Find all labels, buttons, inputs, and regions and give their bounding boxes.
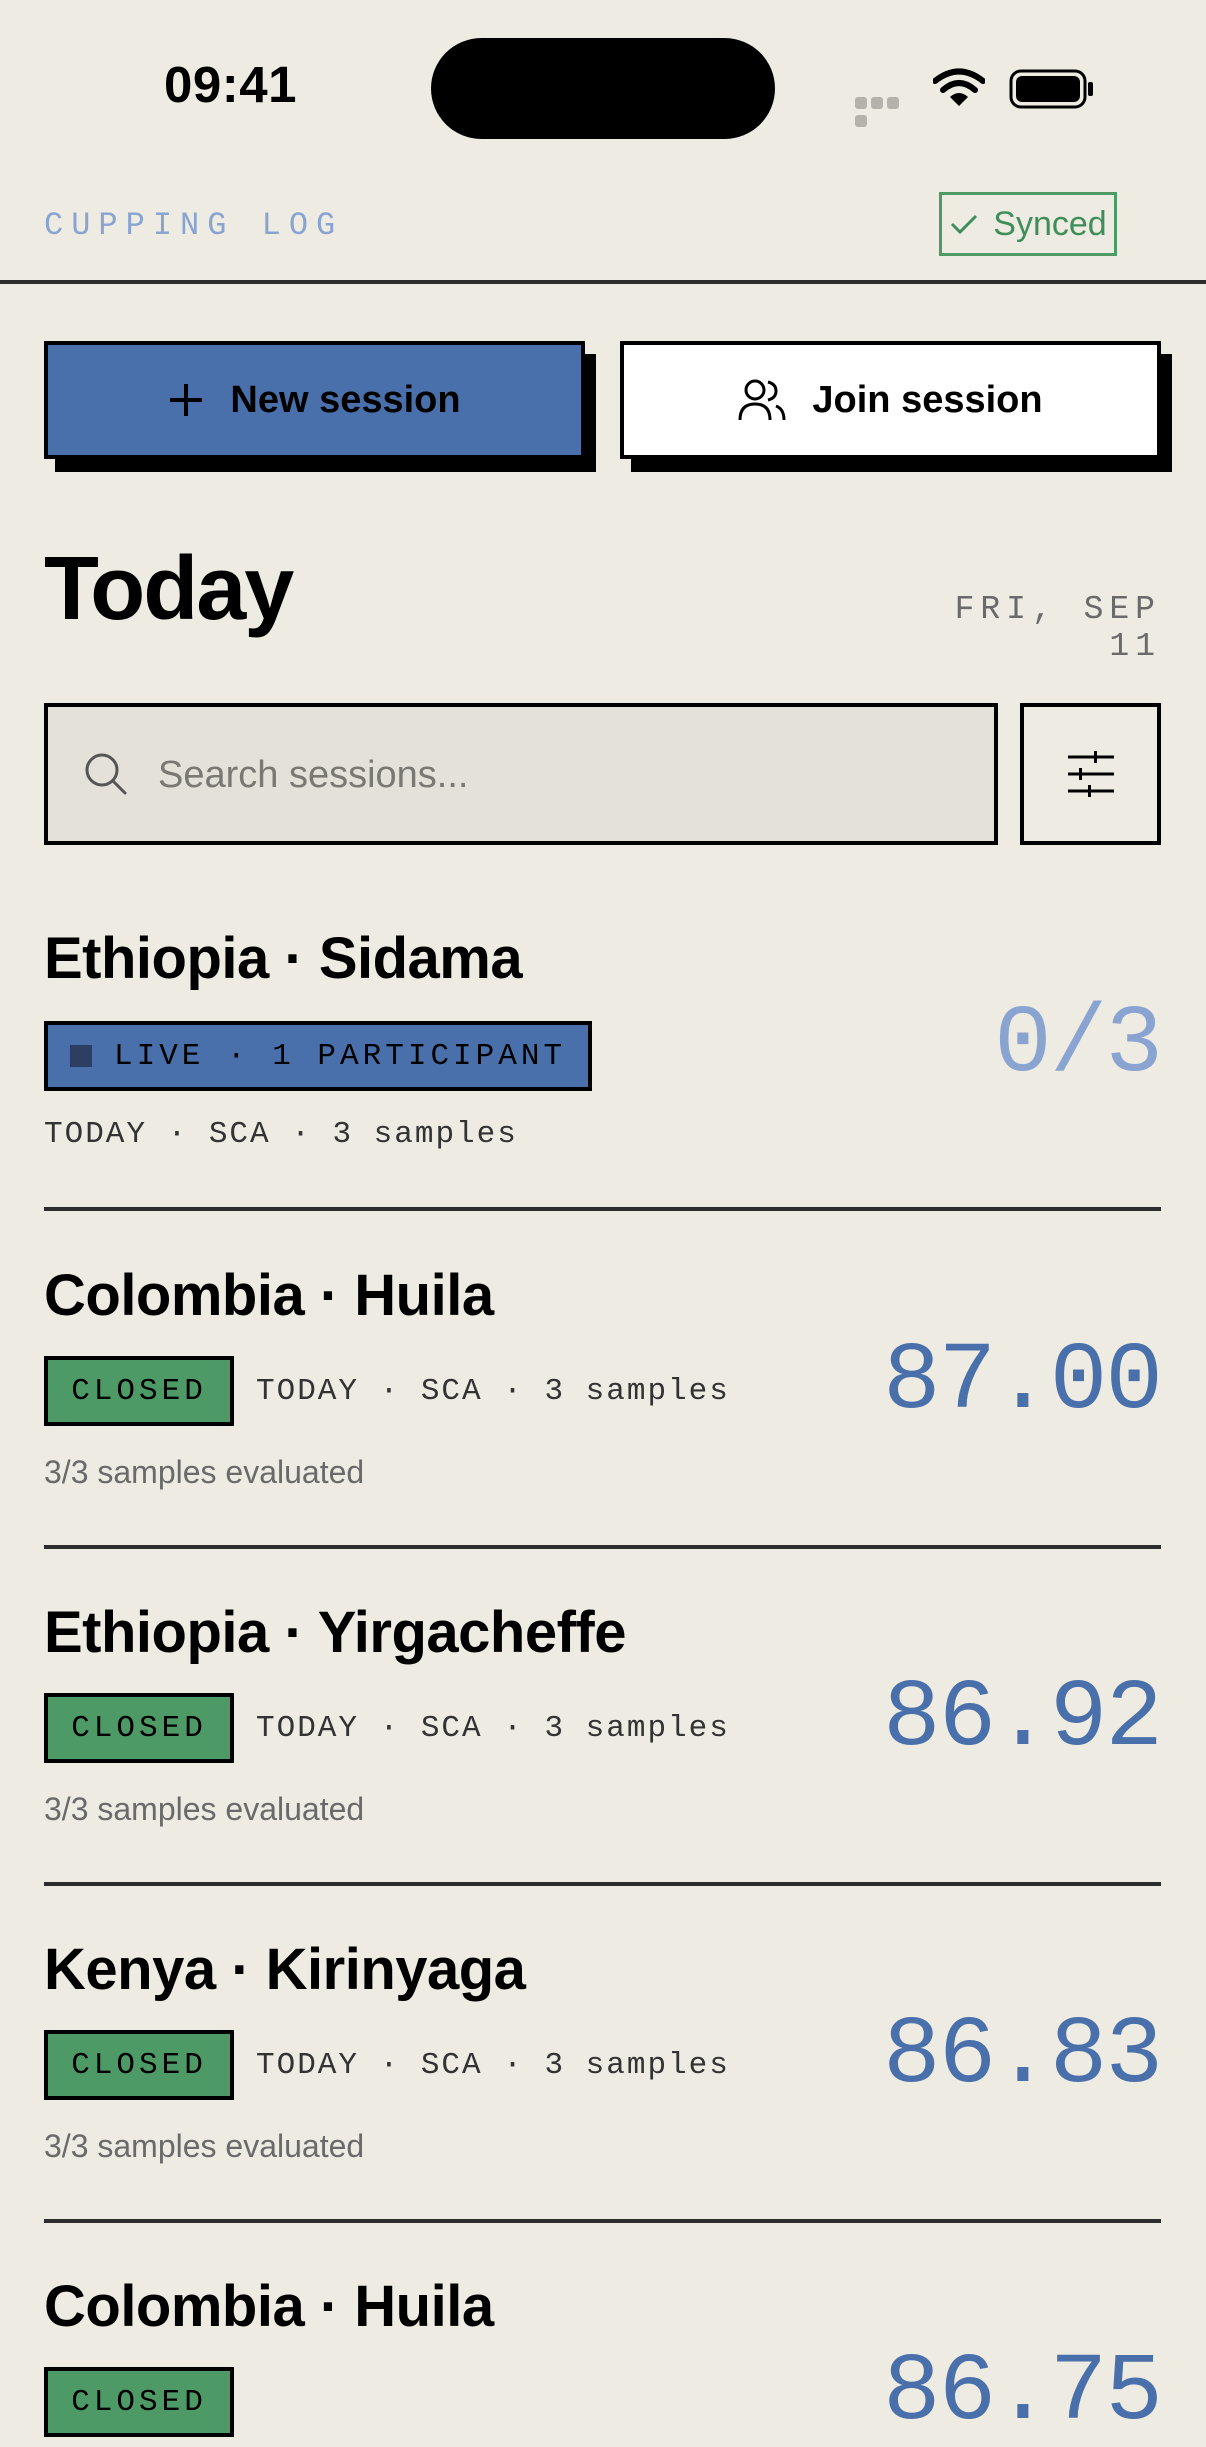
search-input[interactable] [158,748,958,802]
search-icon [84,752,128,796]
evaluated-count: 3/3 samples evaluated [44,1791,365,1827]
session-meta: TODAY · SCA · 3 samples [44,1117,518,1152]
app-title: CUPPING LOG [44,207,344,244]
header-divider [0,280,1206,284]
row-divider [44,2219,1161,2223]
cellular-signal-icon [855,96,917,127]
session-title[interactable]: Colombia · Huila [44,2273,494,2340]
sync-status-label: Synced [993,204,1107,243]
date-label: FRI, SEP 11 [954,591,1161,665]
new-session-button[interactable]: New session [44,341,585,459]
join-session-button[interactable]: Join session [620,341,1161,459]
row-divider [44,1207,1161,1211]
evaluated-count: 3/3 samples evaluated [44,2128,365,2164]
closed-status-badge: CLOSED [44,2367,234,2437]
closed-status-badge: CLOSED [44,1356,234,1426]
session-meta: TODAY · SCA · 3 samples [256,2048,730,2083]
plus-icon [170,384,203,416]
session-score: 86.92 [882,1664,1163,1773]
live-status-label: LIVE · 1 PARTICIPANT [114,1038,567,1074]
dynamic-island [431,38,775,139]
session-title[interactable]: Ethiopia · Yirgacheffe [44,1599,627,1666]
evaluated-count: 3/3 samples evaluated [44,1454,365,1490]
check-icon [951,214,978,235]
live-indicator-icon [70,1045,92,1067]
session-meta: TODAY · SCA · 3 samples [256,1711,730,1746]
session-title[interactable]: Kenya · Kirinyaga [44,1936,526,2003]
session-score: 0/3 [994,990,1163,1099]
row-divider [44,1882,1161,1886]
session-meta: TODAY · SCA · 3 samples [256,1374,730,1409]
session-score: 87.00 [882,1327,1163,1436]
session-title[interactable]: Colombia · Huila [44,1262,494,1329]
row-divider [44,1545,1161,1549]
sliders-icon [1067,751,1114,797]
wifi-icon [932,68,986,108]
closed-status-badge: CLOSED [44,1693,234,1763]
new-session-label: New session [230,378,461,421]
status-bar-time: 09:41 [164,56,297,113]
battery-icon [1009,69,1095,109]
filter-button[interactable] [1020,703,1161,845]
join-session-label: Join session [812,378,1043,421]
live-status-badge: LIVE · 1 PARTICIPANT [44,1021,592,1091]
closed-status-badge: CLOSED [44,2030,234,2100]
page-title: Today [44,539,294,639]
users-icon [738,379,786,421]
session-score: 86.75 [882,2338,1163,2447]
sync-status-badge: Synced [939,192,1117,256]
session-score: 86.83 [882,2001,1163,2110]
session-title[interactable]: Ethiopia · Sidama [44,925,523,992]
